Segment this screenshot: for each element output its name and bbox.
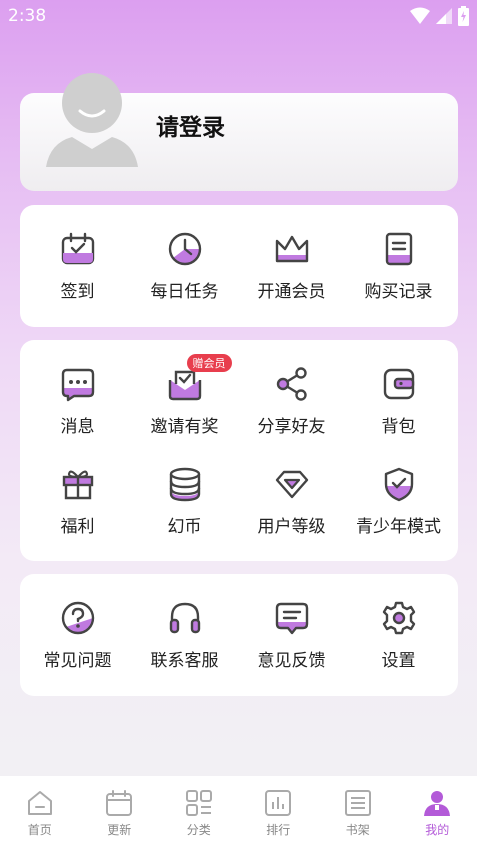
ranking-icon — [265, 790, 292, 816]
vip-button[interactable]: 开通会员 — [238, 229, 345, 302]
share-button[interactable]: 分享好友 — [238, 364, 345, 437]
tab-mine-label: 我的 — [425, 823, 450, 837]
tab-category-label: 分类 — [186, 823, 211, 837]
question-icon — [61, 601, 94, 635]
tab-category[interactable]: 分类 — [159, 776, 239, 849]
welfare-label: 福利 — [60, 517, 95, 537]
daily-task-button[interactable]: 每日任务 — [131, 229, 238, 302]
coins-icon — [169, 467, 200, 502]
tab-mine[interactable]: 我的 — [398, 776, 477, 849]
avatar[interactable] — [46, 71, 138, 167]
shield-check-icon — [384, 467, 413, 502]
status-bar: 2:38 — [0, 0, 477, 32]
chat-bubble-icon — [61, 368, 94, 402]
purchase-history-label: 购买记录 — [364, 282, 433, 302]
invite-button[interactable]: 赠会员 邀请有奖 — [131, 354, 238, 437]
tab-bookshelf-label: 书架 — [345, 823, 370, 837]
wallet-icon — [383, 368, 414, 400]
backpack-button[interactable]: 背包 — [345, 364, 452, 437]
login-prompt[interactable]: 请登录 — [156, 108, 225, 142]
coins-button[interactable]: 幻币 — [131, 464, 238, 537]
customer-service-button[interactable]: 联系客服 — [131, 598, 238, 671]
messages-label: 消息 — [60, 417, 95, 437]
messages-button[interactable]: 消息 — [24, 364, 131, 437]
teen-mode-button[interactable]: 青少年模式 — [345, 464, 452, 537]
crown-icon — [275, 235, 308, 263]
feedback-icon — [275, 602, 308, 635]
status-time: 2:38 — [8, 6, 47, 26]
diamond-icon — [275, 470, 308, 499]
tab-updates-label: 更新 — [107, 823, 132, 837]
headphones-icon — [169, 602, 200, 634]
vip-label: 开通会员 — [257, 282, 326, 302]
feedback-button[interactable]: 意见反馈 — [238, 598, 345, 671]
checkin-label: 签到 — [60, 282, 95, 302]
purchase-history-button[interactable]: 购买记录 — [345, 229, 452, 302]
calendar-check-icon — [61, 232, 94, 265]
invite-badge: 赠会员 — [186, 354, 232, 372]
signal-icon — [436, 8, 452, 24]
support-card: 常见问题 联系客服 意见反馈 设置 — [20, 574, 458, 696]
settings-button[interactable]: 设置 — [345, 598, 452, 671]
coins-label: 幻币 — [167, 517, 202, 537]
share-icon — [276, 367, 307, 401]
faq-button[interactable]: 常见问题 — [24, 598, 131, 671]
welfare-button[interactable]: 福利 — [24, 464, 131, 537]
settings-label: 设置 — [381, 651, 416, 671]
daily-task-label: 每日任务 — [150, 282, 219, 302]
tab-ranking[interactable]: 排行 — [239, 776, 319, 849]
wifi-icon — [410, 7, 430, 24]
user-icon — [424, 791, 451, 816]
status-icons — [410, 6, 469, 26]
feedback-label: 意见反馈 — [257, 651, 326, 671]
gear-icon — [382, 601, 415, 635]
tab-ranking-label: 排行 — [266, 823, 291, 837]
clock-icon — [168, 232, 201, 266]
bottom-tab-bar: 首页 更新 分类 排行 书架 我的 — [0, 776, 477, 849]
tab-home-label: 首页 — [27, 823, 52, 837]
user-level-label: 用户等级 — [257, 517, 326, 537]
tab-updates[interactable]: 更新 — [80, 776, 160, 849]
share-label: 分享好友 — [257, 417, 326, 437]
bookshelf-icon — [344, 790, 371, 816]
faq-label: 常见问题 — [43, 651, 112, 671]
profile-card[interactable]: 请登录 — [20, 73, 458, 191]
category-icon — [185, 790, 212, 816]
home-icon — [27, 791, 52, 815]
backpack-label: 背包 — [381, 417, 416, 437]
gift-icon — [62, 470, 93, 500]
battery-icon — [458, 6, 469, 26]
user-level-button[interactable]: 用户等级 — [238, 464, 345, 537]
customer-service-label: 联系客服 — [150, 651, 219, 671]
tab-bookshelf[interactable]: 书架 — [318, 776, 398, 849]
document-icon — [385, 232, 412, 266]
checkin-button[interactable]: 签到 — [24, 229, 131, 302]
quick-actions-card: 签到 每日任务 开通会员 购买记录 — [20, 205, 458, 327]
teen-mode-label: 青少年模式 — [356, 517, 441, 537]
invite-label: 邀请有奖 — [150, 417, 219, 437]
services-card: 消息 赠会员 邀请有奖 分享好友 背包 福利 幻币 用户等级 青少年模式 — [20, 340, 458, 561]
tab-home[interactable]: 首页 — [0, 776, 80, 849]
calendar-icon — [106, 790, 133, 816]
